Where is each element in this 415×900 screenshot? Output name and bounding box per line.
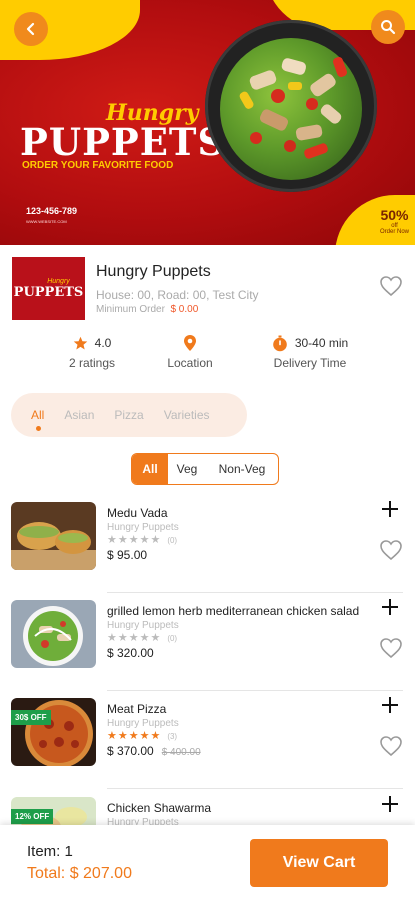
- add-to-cart-button[interactable]: [381, 499, 399, 523]
- diet-filter-veg[interactable]: Veg: [168, 454, 206, 484]
- review-count: (3): [167, 732, 178, 741]
- cart-item-count: Item: 1: [27, 843, 73, 860]
- food-price: $ 320.00: [107, 646, 154, 660]
- restaurant-logo-script: Hungry: [47, 277, 70, 285]
- location-pin-icon: [184, 335, 196, 351]
- category-tab-asian[interactable]: Asian: [64, 408, 94, 422]
- banner-phone: 123-456-789: [26, 206, 78, 216]
- discount-badge: 12% OFF: [11, 809, 54, 824]
- delivery-time-value: 30-40 min: [294, 336, 349, 350]
- plus-icon: [382, 501, 398, 517]
- food-list-item[interactable]: grilled lemon herb mediterranean chicken…: [0, 593, 415, 691]
- banner-website: WWW.WEBSITE.COM: [26, 219, 67, 224]
- restaurant-info-section: Hungry PUPPETS Hungry Puppets House: 00,…: [0, 245, 415, 370]
- rating-value: 4.0: [94, 336, 112, 350]
- plus-icon: [382, 697, 398, 713]
- salad-toppings-graphic: [239, 57, 347, 159]
- food-rating-stars: ★★★★★ (0): [107, 631, 177, 644]
- min-order-value: $ 0.00: [170, 304, 199, 315]
- star-icon: ★★★★★: [107, 730, 162, 742]
- salad-image: [220, 38, 362, 180]
- current-price: $ 95.00: [107, 548, 148, 562]
- diet-filter-non-veg[interactable]: Non-Veg: [206, 454, 278, 484]
- food-rating-stars: ★★★★★ (0): [107, 533, 177, 546]
- back-button[interactable]: [14, 12, 48, 46]
- banner-tagline: ORDER YOUR FAVORITE FOOD: [22, 160, 174, 171]
- food-thumbnail-graphic: [11, 600, 96, 668]
- food-price: $ 95.00: [107, 548, 147, 562]
- food-restaurant: Hungry Puppets: [107, 718, 179, 729]
- add-to-cart-button[interactable]: [381, 597, 399, 621]
- favorite-heart-icon[interactable]: [379, 735, 403, 757]
- min-order-label: Minimum Order: [96, 304, 165, 315]
- favorite-heart-icon[interactable]: [379, 637, 403, 659]
- star-icon: ★★★★★: [107, 632, 162, 644]
- search-icon: [381, 20, 396, 35]
- view-cart-button[interactable]: View Cart: [250, 839, 388, 887]
- food-thumbnail-graphic: [11, 698, 96, 766]
- plus-icon: [382, 796, 398, 812]
- restaurant-banner: Hungry PUPPETS ORDER YOUR FAVORITE FOOD …: [0, 0, 415, 245]
- favorite-heart-icon[interactable]: [379, 539, 403, 561]
- food-rating-stars: ★★★★★ (3): [107, 729, 177, 742]
- review-count: (0): [167, 634, 178, 643]
- ratings-count: 2 ratings: [68, 356, 116, 370]
- category-tab-all[interactable]: All: [31, 408, 44, 431]
- restaurant-address: House: 00, Road: 00, Test City: [96, 288, 259, 302]
- original-price: $ 400.00: [161, 747, 201, 758]
- offer-percent: 50%: [380, 207, 409, 223]
- cart-total: Total: $ 207.00: [27, 865, 132, 882]
- food-name: Chicken Shawarma: [107, 801, 212, 815]
- star-icon: [73, 336, 87, 349]
- favorite-restaurant-heart-icon[interactable]: [379, 275, 403, 297]
- food-restaurant: Hungry Puppets: [107, 522, 179, 533]
- add-to-cart-button[interactable]: [381, 794, 399, 818]
- search-button[interactable]: [371, 10, 405, 44]
- delivery-time-label: Delivery Time: [273, 356, 347, 370]
- location-label: Location: [167, 356, 213, 370]
- food-name: grilled lemon herb mediterranean chicken…: [107, 604, 360, 618]
- food-name: Medu Vada: [107, 506, 168, 520]
- divider: [107, 788, 403, 789]
- restaurant-name: Hungry Puppets: [96, 263, 211, 280]
- category-tab-pizza[interactable]: Pizza: [114, 408, 143, 422]
- current-price: $ 370.00: [107, 744, 154, 758]
- food-list-item[interactable]: 30$ OFF Meat Pizza Hungry Puppets ★★★★★ (…: [0, 691, 415, 789]
- discount-badge: 30$ OFF: [11, 710, 51, 725]
- add-to-cart-button[interactable]: [381, 695, 399, 719]
- diet-filter-toggle: All Veg Non-Veg: [131, 453, 279, 485]
- plus-icon: [382, 599, 398, 615]
- minimum-order: Minimum Order $ 0.00: [96, 304, 198, 315]
- restaurant-logo-text: PUPPETS: [13, 284, 84, 300]
- cart-bottom-bar: Item: 1 Total: $ 207.00 View Cart: [0, 825, 415, 900]
- banner-offer-badge: 50% off Order Now: [380, 207, 409, 235]
- star-icon: ★★★★★: [107, 534, 162, 546]
- category-tab-varieties[interactable]: Varieties: [164, 408, 210, 422]
- food-image: [11, 502, 96, 570]
- current-price: $ 320.00: [107, 646, 154, 660]
- delivery-time-stat: 30-40 min Delivery Time: [265, 333, 355, 370]
- food-image: 30$ OFF: [11, 698, 96, 766]
- rating-stat: 4.0 2 ratings: [62, 333, 122, 370]
- location-stat[interactable]: Location: [160, 333, 220, 370]
- food-price: $ 370.00 $ 400.00: [107, 744, 201, 758]
- chevron-left-icon: [26, 22, 35, 36]
- category-tabs: All Asian Pizza Varieties: [11, 393, 247, 437]
- offer-note: Order Now: [379, 229, 409, 235]
- diet-filter-all[interactable]: All: [132, 454, 168, 484]
- food-thumbnail-graphic: [11, 502, 96, 570]
- restaurant-logo: Hungry PUPPETS: [12, 257, 85, 320]
- review-count: (0): [167, 536, 178, 545]
- food-image: [11, 600, 96, 668]
- food-restaurant: Hungry Puppets: [107, 620, 179, 631]
- timer-icon: [273, 335, 287, 351]
- food-list-item[interactable]: Medu Vada Hungry Puppets ★★★★★ (0) $ 95.0…: [0, 495, 415, 593]
- banner-brand-title: PUPPETS: [20, 120, 226, 164]
- food-name: Meat Pizza: [107, 702, 167, 716]
